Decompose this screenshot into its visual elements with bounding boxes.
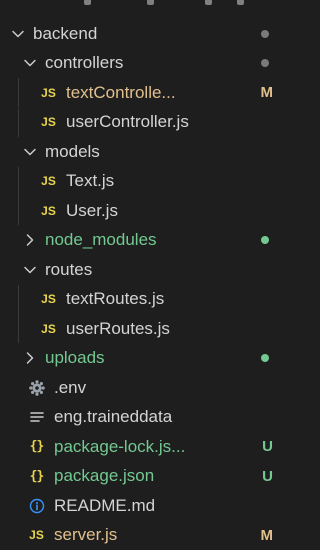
git-status-dot [261, 344, 269, 373]
indent-guide [18, 196, 19, 225]
status-dot-icon [261, 236, 269, 244]
chevron-down-icon[interactable] [10, 26, 26, 42]
file-item-env[interactable]: .env [0, 373, 293, 402]
folder-item-routes[interactable]: routes [0, 255, 293, 284]
file-item-user-js[interactable]: JS User.js [0, 196, 293, 225]
js-icon: JS [41, 174, 56, 188]
git-status-badge: M [260, 526, 274, 544]
gear-icon [28, 379, 45, 396]
json-icon: {} [29, 439, 45, 454]
js-icon: JS [41, 85, 56, 100]
file-explorer-tree: backend controllers JS textControlle... M JS u… [0, 0, 293, 544]
tree-item-label: User.js [66, 200, 118, 220]
file-item-package-lock-js[interactable]: {} package-lock.js... U [0, 432, 293, 461]
tree-item-label: userController.js [66, 112, 189, 131]
file-item-textcontrolle[interactable]: JS textControlle... M [0, 78, 293, 107]
info-icon [28, 498, 45, 514]
git-status-badge: M [260, 84, 274, 101]
tree-item-label: package-lock.js... [54, 436, 186, 456]
tree-item-label: eng.traineddata [54, 407, 173, 426]
indent-guide [18, 284, 19, 314]
file-item-package-json[interactable]: {} package.json U [0, 462, 293, 491]
folder-item-backend[interactable]: backend [0, 19, 293, 48]
file-item-eng-traineddata[interactable]: eng.traineddata [0, 403, 293, 432]
status-dot-icon [261, 354, 269, 362]
file-item-server-js[interactable]: JS server.js M [0, 521, 293, 550]
status-dot-icon [261, 29, 269, 38]
tree-item-label: routes [45, 259, 93, 279]
git-status-badge: U [262, 438, 273, 455]
scrolled-top-edge [0, 0, 293, 11]
tree-item-label: controllers [45, 53, 124, 72]
indent-guide [18, 314, 19, 343]
chevron-right-icon[interactable] [22, 232, 38, 248]
tree-item-label: package.json [54, 466, 155, 485]
js-icon: JS [41, 203, 56, 218]
folder-item-node-modules[interactable]: node_modules [0, 226, 293, 255]
js-icon: JS [41, 292, 56, 306]
lines-icon [28, 409, 45, 425]
json-icon: {} [29, 468, 45, 484]
tree-item-label: textControlle... [66, 82, 176, 102]
tree-item-label: models [45, 141, 100, 161]
chevron-right-icon[interactable] [22, 350, 38, 366]
file-item-text-js[interactable]: JS Text.js [0, 166, 293, 196]
chevron-down-icon[interactable] [22, 55, 38, 71]
tree-item-label: uploads [45, 348, 105, 367]
js-icon: JS [41, 115, 56, 129]
tree-item-label: node_modules [45, 230, 157, 249]
chevron-down-icon[interactable] [22, 144, 38, 160]
file-item-usercontroller-js[interactable]: JS userController.js [0, 107, 293, 137]
git-status-dot [261, 49, 269, 78]
folder-item-controllers[interactable]: controllers [0, 49, 293, 78]
tree-item-label: .env [54, 377, 87, 397]
git-status-dot [261, 19, 269, 48]
indent-guide [18, 78, 19, 107]
file-item-readme-md[interactable]: README.md [0, 491, 293, 520]
js-icon: JS [41, 321, 56, 336]
file-item-userroutes-js[interactable]: JS userRoutes.js [0, 314, 293, 343]
folder-item-models[interactable]: models [0, 137, 293, 166]
git-status-badge: U [262, 467, 273, 485]
tree-item-label: server.js [54, 525, 118, 544]
indent-guide [18, 107, 19, 137]
indent-guide [18, 166, 19, 196]
status-dot-icon [261, 59, 269, 67]
tree-item-label: userRoutes.js [66, 318, 170, 338]
js-icon: JS [29, 528, 44, 542]
file-item-textroutes-js[interactable]: JS textRoutes.js [0, 284, 293, 314]
tree-item-label: textRoutes.js [66, 289, 165, 308]
git-status-dot [261, 226, 269, 255]
chevron-down-icon[interactable] [22, 262, 38, 278]
folder-item-uploads[interactable]: uploads [0, 344, 293, 373]
tree-item-label: backend [33, 23, 98, 43]
tree-item-label: README.md [54, 495, 156, 515]
tree-item-label: Text.js [66, 171, 115, 190]
